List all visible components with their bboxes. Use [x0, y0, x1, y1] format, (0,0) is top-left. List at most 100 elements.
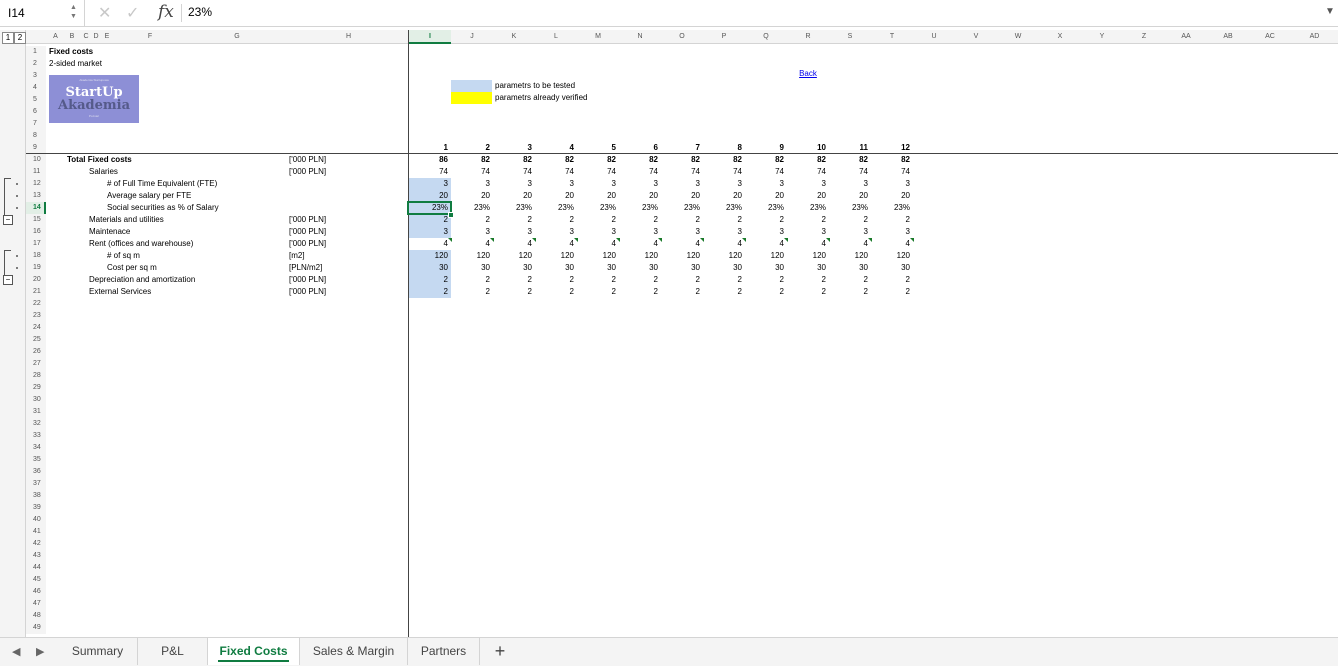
data-cell[interactable]: 23% [535, 202, 577, 214]
data-cell[interactable]: 120 [409, 250, 451, 262]
data-cell[interactable]: 30 [493, 262, 535, 274]
column-header[interactable]: A [47, 30, 64, 44]
column-header[interactable]: T [871, 30, 913, 44]
row-header[interactable]: 26 [26, 346, 46, 358]
data-cell[interactable]: 74 [493, 166, 535, 178]
data-cell[interactable]: 2 [871, 214, 913, 226]
data-cell[interactable]: 3 [451, 226, 493, 238]
data-cell[interactable]: 2 [577, 274, 619, 286]
row-header[interactable]: 44 [26, 562, 46, 574]
data-cell[interactable]: 3 [577, 226, 619, 238]
data-cell[interactable]: 20 [661, 190, 703, 202]
column-header[interactable]: O [661, 30, 703, 44]
data-cell[interactable]: 3 [451, 178, 493, 190]
row-header[interactable]: 18 [26, 250, 46, 262]
data-cell[interactable]: 2 [619, 286, 661, 298]
data-cell[interactable]: 74 [871, 166, 913, 178]
data-cell[interactable]: 2 [577, 286, 619, 298]
data-cell[interactable]: 3 [745, 226, 787, 238]
row-header[interactable]: 22 [26, 298, 46, 310]
sheet-tab[interactable]: Summary [58, 638, 138, 665]
data-cell[interactable]: 82 [787, 154, 829, 166]
data-cell[interactable]: 2 [409, 286, 451, 298]
data-cell[interactable]: 74 [577, 166, 619, 178]
data-cell[interactable]: 74 [787, 166, 829, 178]
row-header[interactable]: 32 [26, 418, 46, 430]
data-cell[interactable]: 23% [871, 202, 913, 214]
column-header[interactable]: W [997, 30, 1039, 44]
data-cell[interactable]: 30 [619, 262, 661, 274]
function-icon[interactable]: fx [158, 2, 174, 22]
row-header[interactable]: 28 [26, 370, 46, 382]
sheet-tab[interactable]: Sales & Margin [300, 638, 408, 665]
data-cell[interactable]: 23% [829, 202, 871, 214]
data-cell[interactable]: 3 [661, 178, 703, 190]
data-cell[interactable]: 20 [577, 190, 619, 202]
data-cell[interactable]: 2 [493, 286, 535, 298]
data-cell[interactable]: 2 [535, 214, 577, 226]
data-cell[interactable]: 74 [451, 166, 493, 178]
row-header[interactable]: 12 [26, 178, 46, 190]
data-cell[interactable]: 3 [409, 178, 451, 190]
data-cell[interactable]: 82 [619, 154, 661, 166]
data-cell[interactable]: 2 [745, 214, 787, 226]
data-cell[interactable]: 74 [409, 166, 451, 178]
column-header[interactable]: N [619, 30, 661, 44]
row-header[interactable]: 19 [26, 262, 46, 274]
data-cell[interactable]: 23% [577, 202, 619, 214]
column-header[interactable]: F [114, 30, 186, 44]
data-cell[interactable]: 2 [535, 274, 577, 286]
data-cell[interactable]: 4 [451, 238, 494, 250]
column-header[interactable]: Q [745, 30, 787, 44]
data-cell[interactable]: 2 [745, 286, 787, 298]
data-cell[interactable]: 2 [829, 214, 871, 226]
data-cell[interactable]: 120 [787, 250, 829, 262]
data-cell[interactable]: 2 [619, 214, 661, 226]
data-cell[interactable]: 23% [703, 202, 745, 214]
column-header[interactable]: S [829, 30, 871, 44]
column-header[interactable]: L [535, 30, 577, 44]
data-cell[interactable]: 82 [829, 154, 871, 166]
outline-level-2-button[interactable]: 2 [14, 32, 26, 44]
data-cell[interactable]: 30 [787, 262, 829, 274]
column-header[interactable]: X [1039, 30, 1081, 44]
data-cell[interactable]: 82 [703, 154, 745, 166]
row-header[interactable]: 37 [26, 478, 46, 490]
data-cell[interactable]: 2 [871, 286, 913, 298]
column-header[interactable]: K [493, 30, 535, 44]
data-cell[interactable]: 20 [829, 190, 871, 202]
row-header[interactable]: 45 [26, 574, 46, 586]
row-header[interactable]: 13 [26, 190, 46, 202]
freeze-pane-vertical[interactable] [408, 30, 409, 637]
data-cell[interactable]: 86 [409, 154, 451, 166]
data-cell[interactable]: 4 [577, 238, 620, 250]
row-header[interactable]: 31 [26, 406, 46, 418]
row-header[interactable]: 42 [26, 538, 46, 550]
row-header[interactable]: 16 [26, 226, 46, 238]
data-cell[interactable]: 2 [451, 286, 493, 298]
data-cell[interactable]: 3 [703, 178, 745, 190]
data-cell[interactable]: 82 [661, 154, 703, 166]
data-cell[interactable]: 82 [535, 154, 577, 166]
collapse-group-button[interactable]: − [3, 275, 13, 285]
data-cell[interactable]: 30 [703, 262, 745, 274]
data-cell[interactable]: 120 [493, 250, 535, 262]
data-cell[interactable]: 82 [871, 154, 913, 166]
data-cell[interactable]: 4 [535, 238, 578, 250]
data-cell[interactable]: 2 [661, 286, 703, 298]
data-cell[interactable]: 23% [661, 202, 703, 214]
data-cell[interactable]: 2 [409, 214, 451, 226]
data-cell[interactable]: 2 [451, 274, 493, 286]
column-header[interactable]: AC [1249, 30, 1291, 44]
cancel-icon[interactable]: ✕ [98, 3, 111, 23]
row-header[interactable]: 35 [26, 454, 46, 466]
data-cell[interactable]: 30 [829, 262, 871, 274]
row-header[interactable]: 6 [26, 106, 46, 118]
data-cell[interactable]: 20 [871, 190, 913, 202]
row-header[interactable]: 43 [26, 550, 46, 562]
column-header[interactable]: E [100, 30, 114, 44]
data-cell[interactable]: 20 [703, 190, 745, 202]
data-cell[interactable]: 3 [535, 226, 577, 238]
row-header[interactable]: 15 [26, 214, 46, 226]
data-cell[interactable]: 4 [703, 238, 746, 250]
